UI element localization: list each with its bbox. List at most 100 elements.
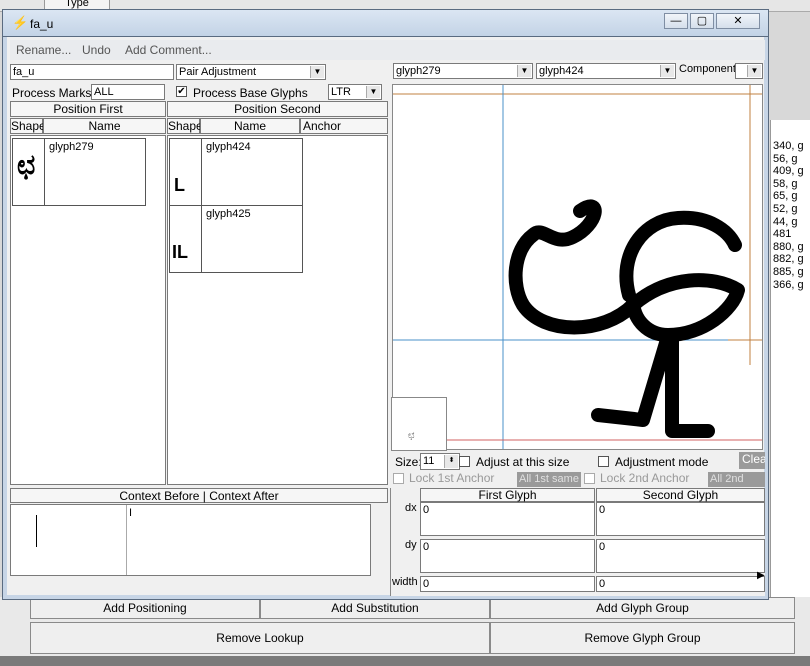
lookup-type-value: Pair Adjustment bbox=[179, 66, 257, 78]
preview-glyph1-value: glyph279 bbox=[396, 65, 441, 77]
lookup-type-select[interactable]: Pair Adjustment ▼ bbox=[176, 64, 326, 80]
glyph-thumbnail: ಛ bbox=[391, 397, 447, 451]
position-first-title: Position First bbox=[10, 101, 166, 117]
process-marks-field[interactable]: ALL bbox=[91, 84, 165, 100]
glyph-name: glyph425 bbox=[206, 208, 251, 220]
list-item[interactable]: 52, g bbox=[771, 203, 810, 216]
first-shape-header[interactable]: Shape bbox=[10, 118, 46, 134]
context-after-text: I bbox=[129, 507, 133, 519]
glyph-name: glyph424 bbox=[206, 141, 251, 153]
width-first-field[interactable]: 0 bbox=[420, 576, 595, 592]
component-select[interactable]: ▼ bbox=[735, 63, 763, 79]
context-title: Context Before | Context After bbox=[10, 488, 388, 503]
list-item[interactable]: 65, g bbox=[771, 190, 810, 203]
list-item[interactable]: 882, g bbox=[771, 253, 810, 266]
table-row[interactable]: L glyph424 bbox=[169, 138, 303, 206]
second-name-header[interactable]: Name bbox=[200, 118, 300, 134]
all-second-same-button[interactable]: All 2nd sam bbox=[708, 472, 765, 487]
second-anchor-header[interactable]: Anchor bbox=[300, 118, 388, 134]
chevron-down-icon: ▼ bbox=[517, 65, 531, 77]
glyph-shape-cell: IL bbox=[170, 206, 202, 272]
position-second-title: Position Second bbox=[167, 101, 388, 117]
adjustment-mode-checkbox[interactable] bbox=[598, 456, 609, 467]
menu-undo[interactable]: Undo bbox=[82, 43, 111, 57]
add-glyph-group-button[interactable]: Add Glyph Group bbox=[490, 597, 795, 619]
list-item[interactable]: 58, g bbox=[771, 178, 810, 191]
remove-glyph-group-button[interactable]: Remove Glyph Group bbox=[490, 622, 795, 654]
dy-label: dy bbox=[405, 539, 417, 551]
lock-second-anchor-checkbox[interactable] bbox=[584, 473, 595, 484]
lookup-name-field[interactable]: fa_u bbox=[10, 64, 174, 80]
dy-first-field[interactable]: 0 bbox=[420, 539, 595, 573]
app-icon: ⚡ bbox=[12, 15, 29, 30]
width-label: width bbox=[392, 576, 418, 588]
background-glyph-list: 340, g 56, g 409, g 58, g 65, g 52, g 44… bbox=[770, 120, 810, 600]
window-title: fa_u bbox=[30, 17, 54, 31]
thumbnail-glyph-icon: ಛ bbox=[408, 430, 415, 441]
context-area[interactable]: I bbox=[10, 504, 371, 576]
remove-lookup-button[interactable]: Remove Lookup bbox=[30, 622, 490, 654]
chevron-down-icon: ▼ bbox=[310, 66, 324, 78]
list-item[interactable]: 340, g bbox=[771, 140, 810, 153]
list-item[interactable]: 481 bbox=[771, 228, 810, 241]
glyph-shape-cell: ಛ bbox=[13, 139, 45, 205]
list-item[interactable]: 880, g bbox=[771, 241, 810, 254]
second-shape-header[interactable]: Shape bbox=[167, 118, 203, 134]
list-item[interactable]: 409, g bbox=[771, 165, 810, 178]
glyph-shape: IL bbox=[172, 242, 188, 262]
first-name-header[interactable]: Name bbox=[43, 118, 166, 134]
process-marks-label: Process Marks: bbox=[12, 86, 95, 100]
maximize-button[interactable]: ▢ bbox=[690, 13, 714, 29]
second-glyph-header: Second Glyph bbox=[596, 488, 765, 502]
glyph-shape-cell: L bbox=[170, 139, 202, 205]
glyph-outline bbox=[508, 199, 745, 438]
menu-rename[interactable]: Rename... bbox=[16, 43, 71, 57]
preview-glyph1-select[interactable]: glyph279 ▼ bbox=[393, 63, 533, 79]
lock-first-anchor-checkbox[interactable] bbox=[393, 473, 404, 484]
first-glyph-header: First Glyph bbox=[420, 488, 595, 502]
minimize-button[interactable]: — bbox=[664, 13, 688, 29]
table-row[interactable]: ಛ glyph279 bbox=[12, 138, 146, 206]
scroll-right-icon[interactable]: ▶ bbox=[757, 570, 765, 581]
preview-drawing bbox=[393, 85, 762, 449]
glyph-preview-canvas[interactable] bbox=[392, 84, 763, 450]
menu-add-comment[interactable]: Add Comment... bbox=[125, 43, 212, 57]
glyph-shape: L bbox=[174, 175, 185, 195]
list-item[interactable]: 366, g bbox=[771, 279, 810, 292]
size-value: 11 bbox=[423, 455, 435, 467]
size-spinner[interactable]: 11 ⬍ bbox=[420, 453, 460, 470]
size-label: Size: bbox=[395, 455, 422, 469]
component-label: Component: bbox=[679, 63, 739, 75]
glyph-name: glyph279 bbox=[49, 141, 94, 153]
preview-glyph2-select[interactable]: glyph424 ▼ bbox=[536, 63, 676, 79]
preview-glyph2-value: glyph424 bbox=[539, 65, 584, 77]
chevron-down-icon: ▼ bbox=[366, 86, 380, 98]
add-positioning-button[interactable]: Add Positioning bbox=[30, 597, 260, 619]
direction-value: LTR bbox=[331, 86, 351, 98]
dx-first-field[interactable]: 0 bbox=[420, 502, 595, 536]
dy-second-field[interactable]: 0 bbox=[596, 539, 765, 573]
adjust-at-size-checkbox[interactable] bbox=[459, 456, 470, 467]
add-substitution-button[interactable]: Add Substitution bbox=[260, 597, 490, 619]
dx-label: dx bbox=[405, 502, 417, 514]
list-item[interactable]: 44, g bbox=[771, 216, 810, 229]
lock-second-anchor-label: Lock 2nd Anchor bbox=[600, 471, 690, 485]
table-row[interactable]: IL glyph425 bbox=[169, 205, 303, 273]
all-first-same-button[interactable]: All 1st same bbox=[517, 472, 581, 487]
title-bar[interactable] bbox=[2, 9, 769, 37]
lock-first-anchor-label: Lock 1st Anchor bbox=[409, 471, 495, 485]
process-base-label: Process Base Glyphs bbox=[193, 86, 308, 100]
width-second-field[interactable]: 0 bbox=[596, 576, 765, 592]
adjustment-mode-label: Adjustment mode bbox=[615, 455, 709, 469]
clear-button[interactable]: Clea bbox=[739, 452, 765, 469]
spinner-arrows-icon[interactable]: ⬍ bbox=[444, 455, 458, 468]
adjust-at-size-label: Adjust at this size bbox=[476, 455, 570, 469]
close-button[interactable]: ✕ bbox=[716, 13, 760, 29]
glyph-shape: ಛ bbox=[17, 149, 36, 180]
list-item[interactable]: 885, g bbox=[771, 266, 810, 279]
list-item[interactable]: 56, g bbox=[771, 153, 810, 166]
process-base-checkbox[interactable]: ✔ bbox=[176, 86, 187, 97]
context-divider bbox=[126, 505, 127, 575]
dx-second-field[interactable]: 0 bbox=[596, 502, 765, 536]
direction-select[interactable]: LTR ▼ bbox=[328, 84, 382, 100]
